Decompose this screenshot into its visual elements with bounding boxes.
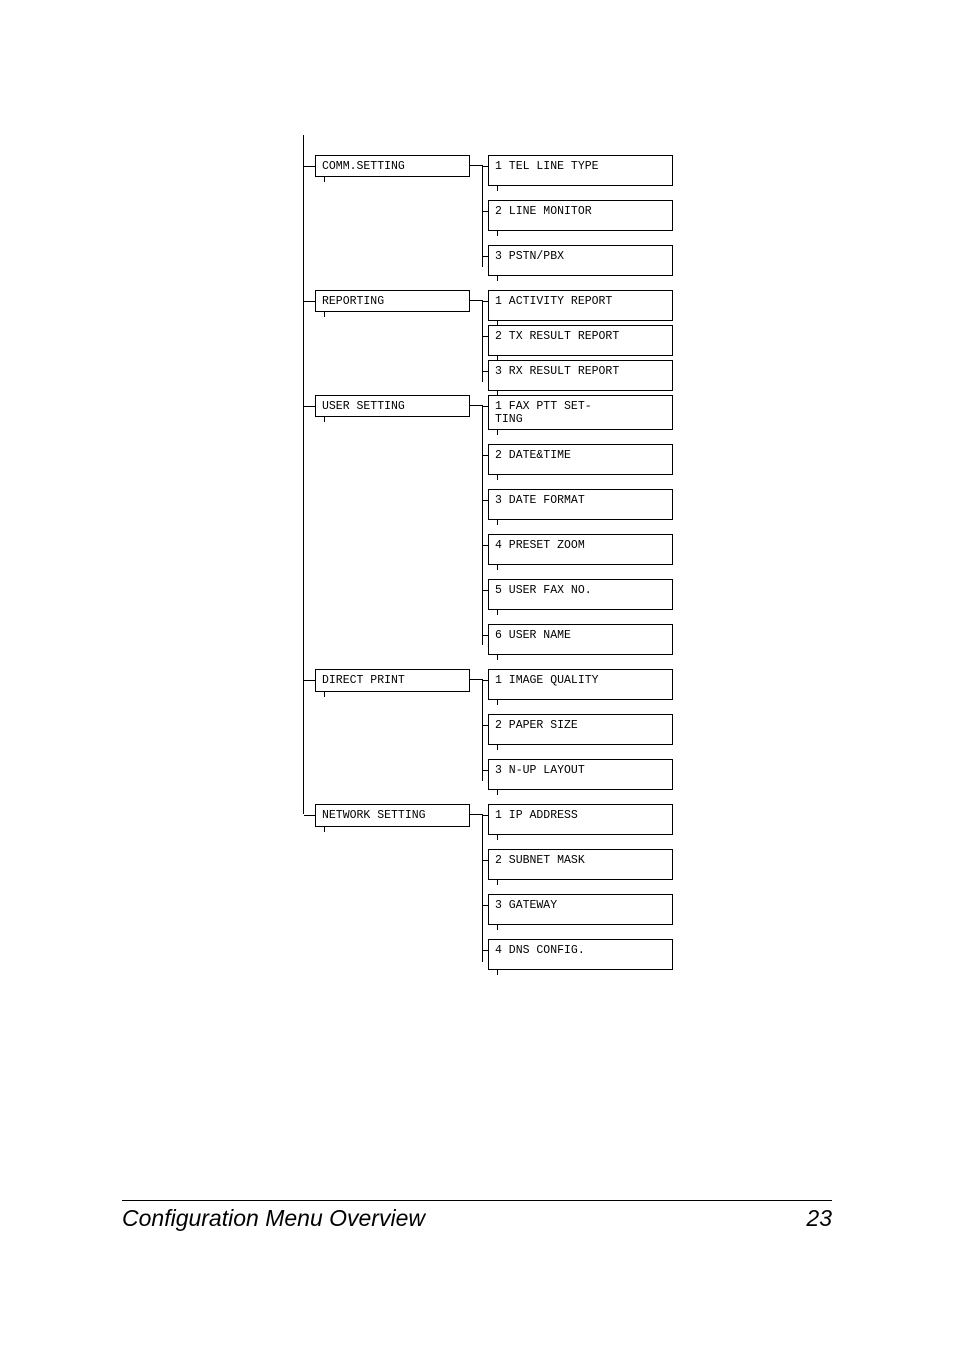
child-trunk-line [482, 300, 483, 382]
menu-item: 5 USER FAX NO. [488, 579, 673, 610]
menu-item: 1 IMAGE QUALITY [488, 669, 673, 700]
menu-parent: COMM.SETTING [315, 155, 470, 177]
menu-parent: REPORTING [315, 290, 470, 312]
menu-item: 4 DNS CONFIG. [488, 939, 673, 970]
child-trunk-line [482, 405, 483, 645]
menu-parent: NETWORK SETTING [315, 804, 470, 826]
menu-item: 2 LINE MONITOR [488, 200, 673, 231]
menu-item: 3 GATEWAY [488, 894, 673, 925]
menu-item: 1 TEL LINE TYPE [488, 155, 673, 186]
menu-item: 2 SUBNET MASK [488, 849, 673, 880]
child-trunk-line [482, 165, 483, 267]
menu-item: 4 PRESET ZOOM [488, 534, 673, 565]
menu-item: 3 PSTN/PBX [488, 245, 673, 276]
connector-line [470, 300, 482, 301]
menu-group: USER SETTING 1 FAX PTT SET- TING 2 DATE&… [295, 395, 695, 669]
menu-tree-diagram: COMM.SETTING 1 TEL LINE TYPE 2 LINE MONI… [295, 155, 695, 984]
menu-item: 2 TX RESULT REPORT [488, 325, 673, 356]
menu-group: NETWORK SETTING 1 IP ADDRESS 2 SUBNET MA… [295, 804, 695, 984]
connector-line [470, 814, 482, 815]
menu-item: 6 USER NAME [488, 624, 673, 655]
menu-item: 2 DATE&TIME [488, 444, 673, 475]
menu-parent: USER SETTING [315, 395, 470, 417]
menu-item: 1 FAX PTT SET- TING [488, 395, 673, 430]
footer-title: Configuration Menu Overview [122, 1205, 425, 1232]
connector-line [470, 165, 482, 166]
menu-item: 3 RX RESULT REPORT [488, 360, 673, 391]
page: COMM.SETTING 1 TEL LINE TYPE 2 LINE MONI… [0, 0, 954, 1350]
menu-group: COMM.SETTING 1 TEL LINE TYPE 2 LINE MONI… [295, 155, 695, 290]
child-trunk-line [482, 679, 483, 781]
menu-group: DIRECT PRINT 1 IMAGE QUALITY 2 PAPER SIZ… [295, 669, 695, 804]
menu-parent: DIRECT PRINT [315, 669, 470, 691]
menu-item: 1 IP ADDRESS [488, 804, 673, 835]
page-number: 23 [806, 1205, 832, 1232]
connector-line [470, 679, 482, 680]
connector-line [470, 405, 482, 406]
page-footer: Configuration Menu Overview 23 [122, 1200, 832, 1232]
menu-item: 1 ACTIVITY REPORT [488, 290, 673, 321]
child-trunk-line [482, 814, 483, 962]
menu-group: REPORTING 1 ACTIVITY REPORT 2 TX RESULT … [295, 290, 695, 395]
menu-item: 3 DATE FORMAT [488, 489, 673, 520]
menu-item: 3 N-UP LAYOUT [488, 759, 673, 790]
menu-item: 2 PAPER SIZE [488, 714, 673, 745]
